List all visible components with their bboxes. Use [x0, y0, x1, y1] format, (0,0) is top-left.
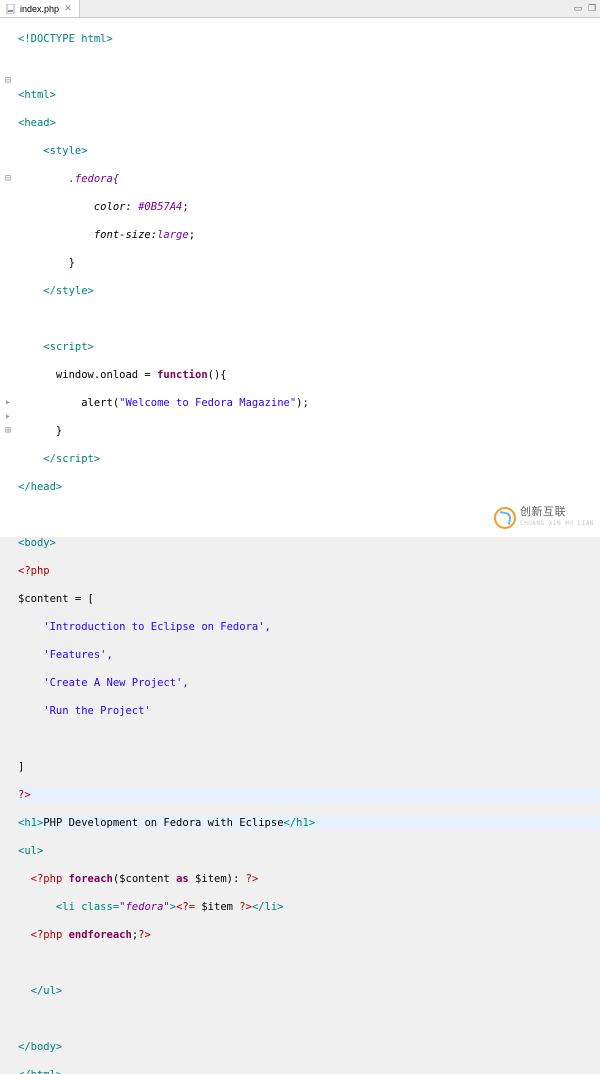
- code-text: ($content: [113, 873, 176, 885]
- code-text: 'Create A New Project',: [18, 677, 189, 689]
- code-text: <body>: [18, 537, 56, 549]
- fold-expand-icon[interactable]: ⊞: [0, 424, 16, 438]
- code-text: foreach: [69, 873, 113, 885]
- code-text: 'Features',: [18, 649, 113, 661]
- code-text: [18, 1012, 600, 1026]
- code-text: </head>: [18, 481, 62, 493]
- watermark-logo-icon: [494, 507, 516, 529]
- code-area[interactable]: <!DOCTYPE html> <html> <head> <style> .f…: [16, 18, 600, 537]
- code-text: ?>: [246, 873, 259, 885]
- code-text: $item):: [189, 873, 246, 885]
- code-text: 'Run the Project': [18, 705, 151, 717]
- window-controls: ▭ ❐: [572, 2, 598, 14]
- code-text: endforeach: [69, 929, 132, 941]
- code-text: (){: [208, 369, 227, 381]
- code-text: ?>: [18, 789, 31, 801]
- code-text: "fedora": [119, 901, 170, 913]
- code-text: <?php: [31, 873, 63, 885]
- code-text: );: [296, 397, 309, 409]
- code-text: [18, 312, 600, 326]
- code-text: }: [18, 425, 62, 437]
- code-text: <?php: [31, 929, 63, 941]
- editor-tab[interactable]: index.php ✕: [0, 0, 80, 17]
- code-text: [18, 145, 43, 157]
- code-text: ?>: [138, 929, 151, 941]
- code-text: <?=: [176, 901, 195, 913]
- code-text: [18, 60, 600, 74]
- watermark: 创新互联 CHUANG XIN HU LIAN: [494, 505, 594, 531]
- fold-collapse-icon[interactable]: ⊟: [0, 74, 16, 88]
- code-text: .fedora{: [18, 173, 119, 185]
- close-icon[interactable]: ✕: [63, 4, 73, 14]
- code-text: ;: [189, 229, 195, 241]
- code-text: </ul>: [18, 985, 62, 997]
- code-text: function: [157, 369, 208, 381]
- code-text: font-size:: [18, 229, 157, 241]
- code-text: [18, 341, 43, 353]
- minimize-icon[interactable]: ▭: [572, 2, 584, 14]
- code-text: window.onload =: [18, 369, 157, 381]
- code-text: </html>: [18, 1069, 62, 1074]
- code-text: $item: [195, 901, 239, 913]
- code-text: ;: [182, 201, 188, 213]
- code-text: <style>: [43, 145, 87, 157]
- code-text: <head>: [18, 117, 56, 129]
- folding-gutter[interactable]: ⊟ ⊟ ▸ ▸ ⊞: [0, 18, 16, 537]
- code-text: large: [157, 229, 189, 241]
- code-text: <h1>: [18, 817, 43, 829]
- tab-filename: index.php: [20, 4, 59, 14]
- code-text: <?php: [18, 565, 50, 577]
- code-text: <li class=: [18, 901, 119, 913]
- php-file-icon: [6, 4, 16, 14]
- code-text: </style>: [18, 285, 94, 297]
- gutter-marker-icon[interactable]: ▸: [0, 396, 16, 410]
- watermark-subtext: CHUANG XIN HU LIAN: [520, 517, 594, 531]
- code-text: <html>: [18, 89, 56, 101]
- gutter-marker-icon[interactable]: ▸: [0, 410, 16, 424]
- code-text: </li>: [252, 901, 284, 913]
- code-text: <!DOCTYPE html>: [18, 33, 113, 45]
- code-text: 'Introduction to Eclipse on Fedora',: [18, 621, 271, 633]
- code-text: </script>: [18, 453, 100, 465]
- code-text: alert(: [18, 397, 119, 409]
- code-text: ]: [18, 761, 24, 773]
- code-text: [18, 929, 31, 941]
- code-text: PHP Development on Fedora with Eclipse: [43, 817, 283, 829]
- fold-collapse-icon[interactable]: ⊟: [0, 172, 16, 186]
- code-text: </body>: [18, 1041, 62, 1053]
- code-text: <ul>: [18, 845, 43, 857]
- code-text: ?>: [239, 901, 252, 913]
- code-text: [18, 956, 600, 970]
- code-text: #0B57A4: [138, 201, 182, 213]
- code-text: [18, 732, 600, 746]
- code-text: $content = [: [18, 593, 94, 605]
- code-text: as: [176, 873, 189, 885]
- maximize-icon[interactable]: ❐: [586, 2, 598, 14]
- tab-bar: index.php ✕ ▭ ❐: [0, 0, 600, 18]
- code-text: "Welcome to Fedora Magazine": [119, 397, 296, 409]
- code-text: color:: [18, 201, 138, 213]
- code-editor[interactable]: ⊟ ⊟ ▸ ▸ ⊞ <!DOCTYPE html> <html> <head> …: [0, 18, 600, 537]
- code-text: [18, 873, 31, 885]
- code-text: <script>: [43, 341, 94, 353]
- code-text: </h1>: [284, 817, 316, 829]
- code-text: }: [18, 257, 75, 269]
